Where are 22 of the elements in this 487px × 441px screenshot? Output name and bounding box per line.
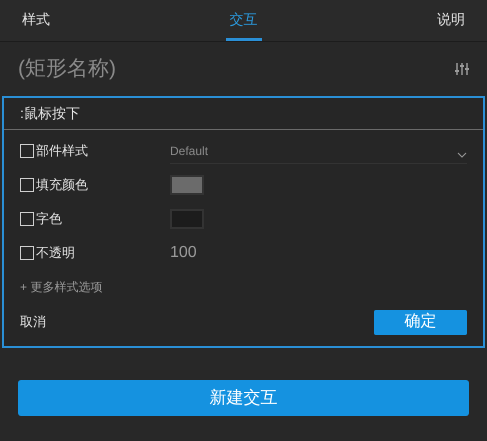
name-field[interactable]: (矩形名称) [18, 53, 318, 85]
checkbox[interactable] [20, 144, 34, 158]
confirm-button[interactable]: 确定 [374, 310, 467, 334]
option-label: 部件样式 [36, 142, 88, 160]
checkbox[interactable] [20, 246, 34, 260]
checkbox[interactable] [20, 212, 34, 226]
chevron-icon [457, 152, 467, 158]
option-label: 不透明 [36, 244, 75, 262]
tab[interactable]: 交互 [226, 0, 262, 41]
more-styles-link[interactable]: + 更多样式选项 [20, 278, 102, 296]
tab[interactable]: 说明 [433, 0, 469, 41]
new-interaction-button[interactable]: 新建交互 [18, 380, 469, 416]
checkbox[interactable] [20, 178, 34, 192]
tab[interactable]: 样式 [18, 0, 54, 41]
option-label: 字色 [36, 210, 62, 228]
option-label: 填充颜色 [36, 176, 88, 194]
color-swatch[interactable] [170, 175, 204, 195]
cancel-button[interactable]: 取消 [20, 312, 46, 332]
opacity-value[interactable]: 100 [170, 241, 197, 265]
style-dropdown[interactable]: Default [170, 138, 467, 164]
sliders-icon[interactable] [455, 62, 469, 76]
event-title: :鼠标按下 [20, 104, 80, 123]
